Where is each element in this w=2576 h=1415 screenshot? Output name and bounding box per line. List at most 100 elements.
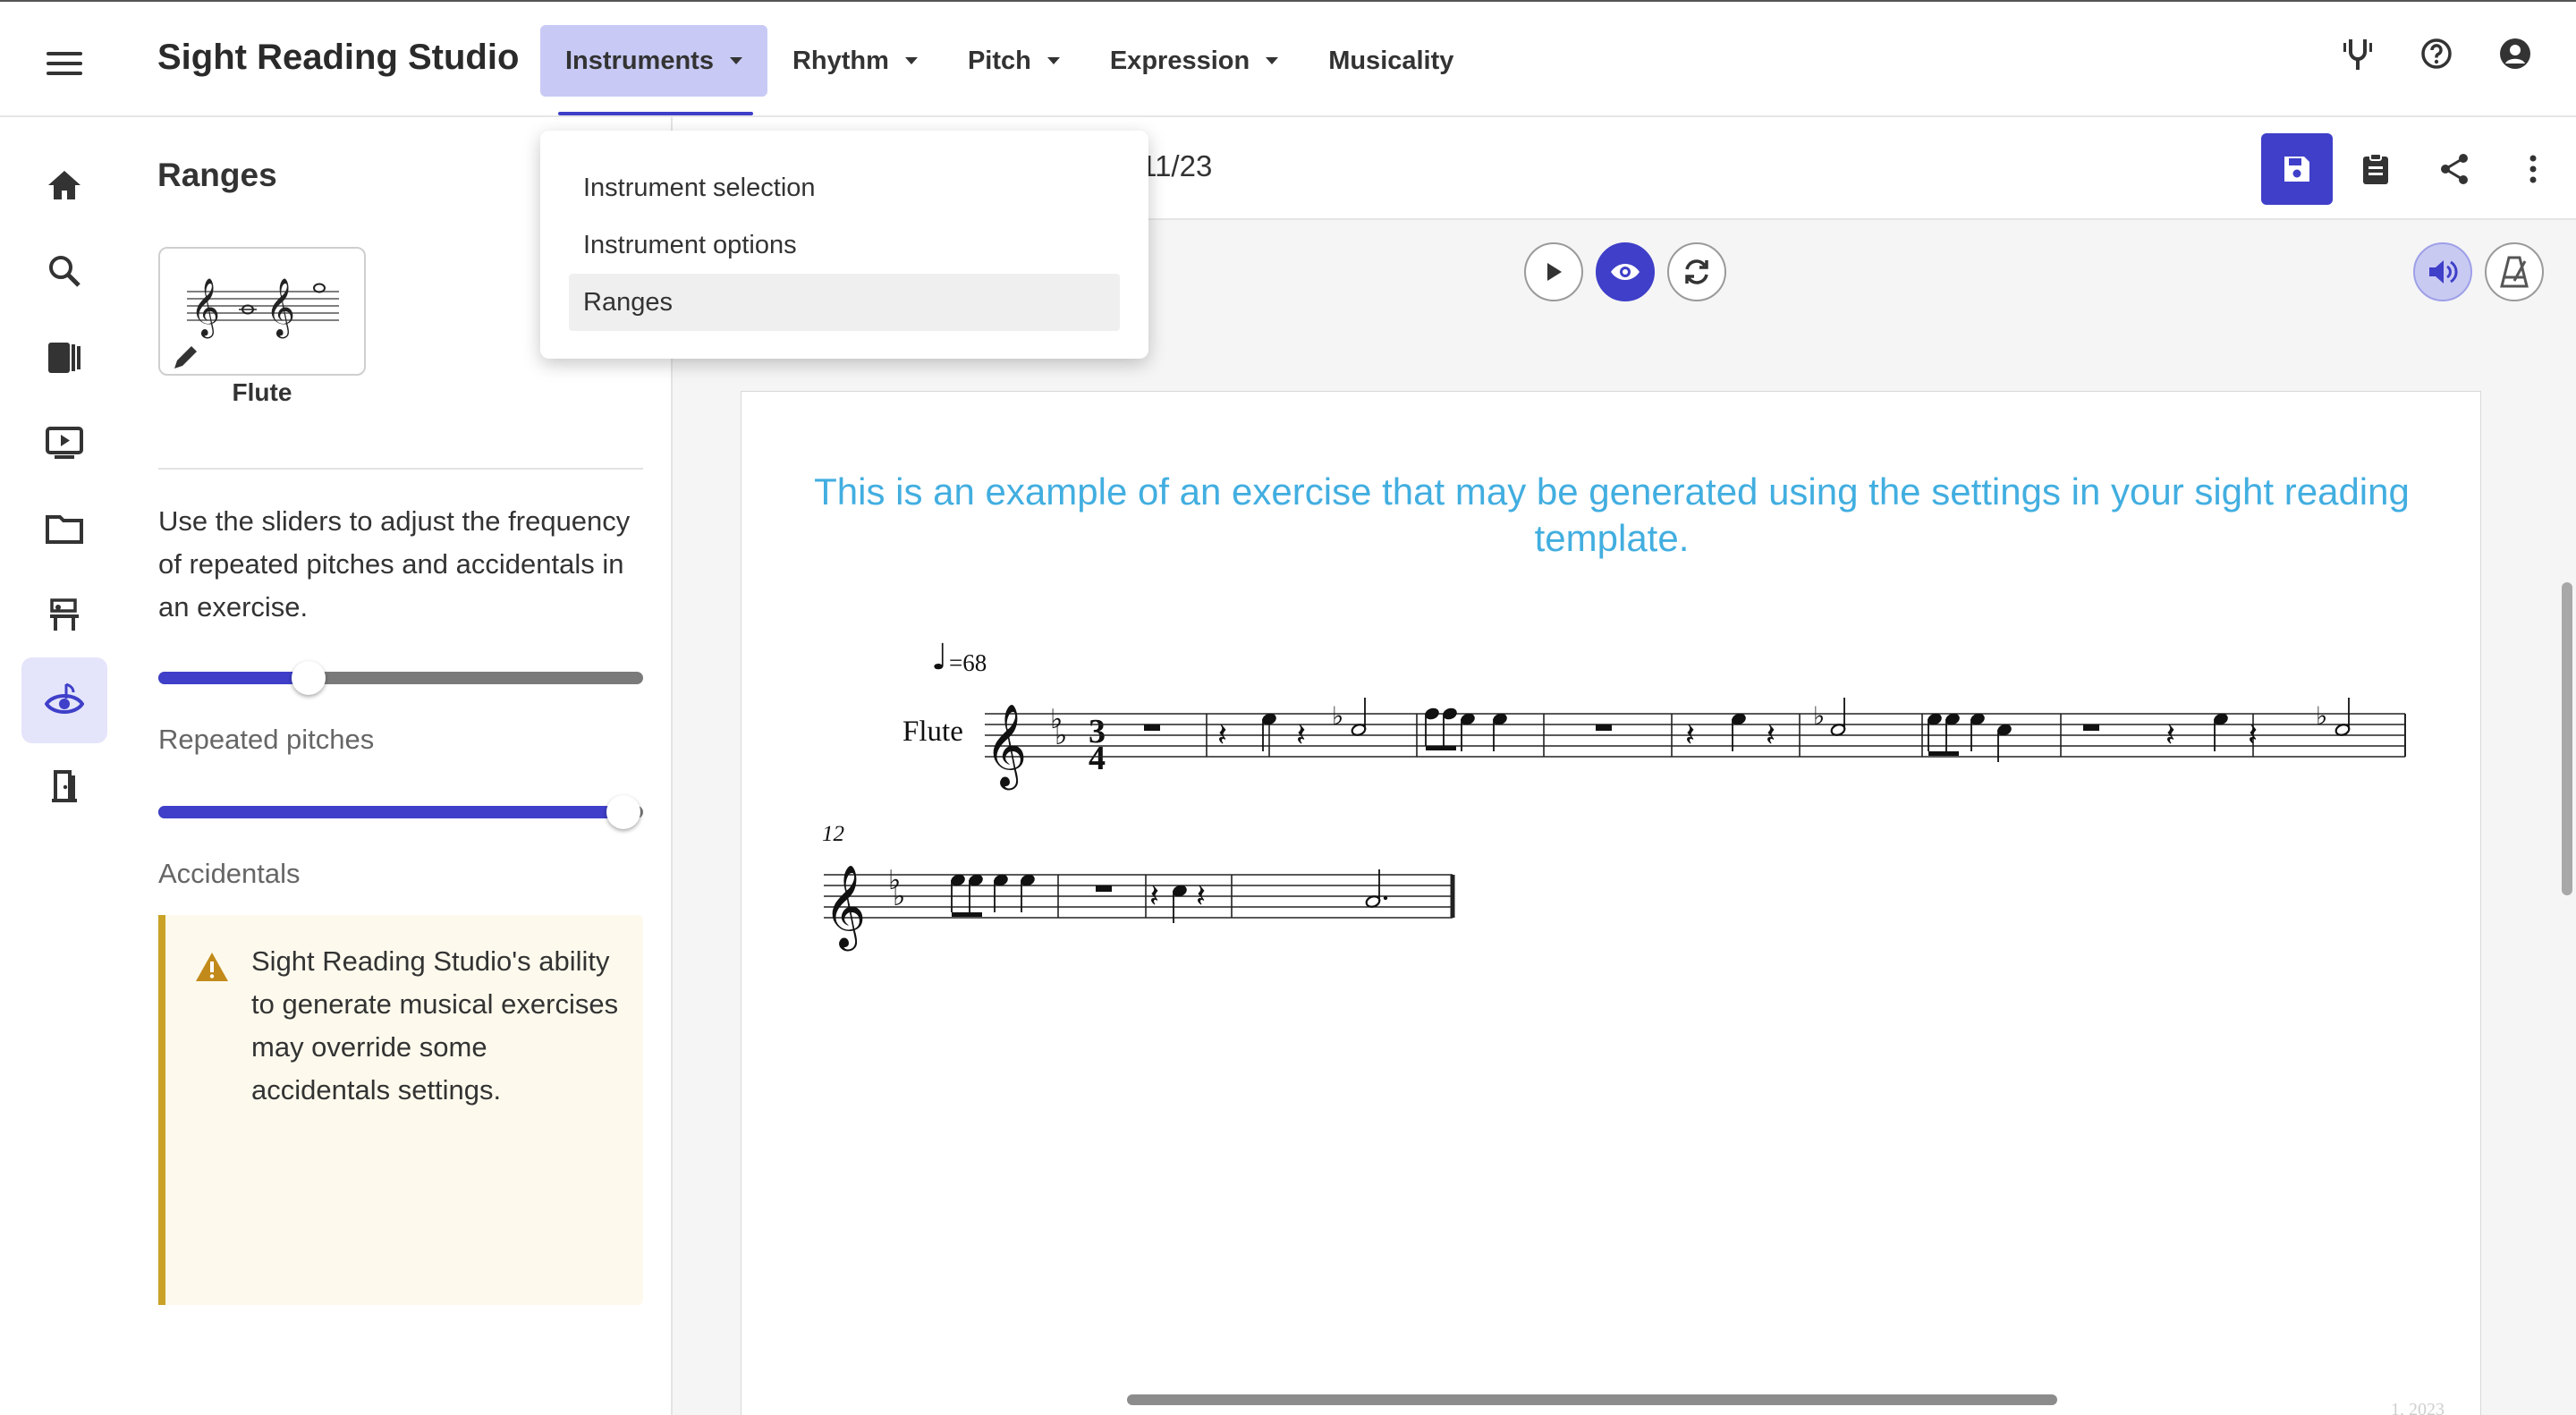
nav-label: Rhythm bbox=[792, 46, 889, 75]
slider-label-accidentals: Accidentals bbox=[158, 858, 301, 889]
tuning-fork-icon[interactable] bbox=[2340, 36, 2376, 72]
menu-item-instrument-options[interactable]: Instrument options bbox=[569, 216, 1120, 274]
warning-text: Sight Reading Studio's ability to genera… bbox=[251, 945, 619, 1106]
more-button[interactable] bbox=[2497, 133, 2569, 205]
dot bbox=[1383, 895, 1388, 901]
nav-label: Pitch bbox=[967, 46, 1031, 75]
exercise-actions bbox=[2261, 133, 2576, 205]
rest: 𝄽 bbox=[1196, 878, 1206, 915]
sidebar-item-search[interactable] bbox=[21, 228, 107, 314]
panel-title: Ranges bbox=[157, 157, 277, 193]
whole-rest bbox=[1596, 724, 1612, 731]
playback-controls bbox=[1524, 242, 1739, 301]
view-button[interactable] bbox=[1596, 242, 1655, 301]
assignments-icon bbox=[50, 598, 79, 631]
play-button[interactable] bbox=[1524, 242, 1583, 301]
sidebar-item-assignments[interactable] bbox=[21, 572, 107, 657]
sidebar-item-sight-reading[interactable] bbox=[21, 657, 107, 743]
regenerate-button[interactable] bbox=[1667, 242, 1726, 301]
accidental-flat: ♭ bbox=[2316, 701, 2327, 731]
instrument-label: Flute bbox=[902, 716, 963, 748]
save-button[interactable] bbox=[2261, 133, 2333, 205]
library-icon bbox=[48, 343, 80, 373]
instruments-dropdown: Instrument selection Instrument options … bbox=[540, 131, 1148, 359]
more-vert-icon bbox=[2529, 155, 2537, 183]
whole-rest bbox=[1096, 885, 1112, 892]
search-icon bbox=[49, 256, 80, 287]
beam bbox=[1928, 751, 1959, 756]
topbar-actions bbox=[2340, 36, 2576, 72]
instrument-card[interactable]: 𝄞 𝄞 bbox=[158, 247, 366, 376]
measure-number: 12 bbox=[822, 822, 844, 846]
rest: 𝄽 bbox=[1296, 717, 1306, 754]
nav-instruments[interactable]: Instruments bbox=[540, 25, 767, 97]
play-icon bbox=[1547, 263, 1562, 281]
accidental-flat: ♭ bbox=[1813, 701, 1825, 731]
caret-down-icon bbox=[729, 57, 742, 64]
exit-icon bbox=[52, 770, 77, 802]
sidebar-item-home[interactable] bbox=[21, 142, 107, 228]
help-icon[interactable] bbox=[2419, 36, 2454, 72]
treble-clef: 𝄞 bbox=[985, 703, 1027, 790]
nav-pitch[interactable]: Pitch bbox=[943, 25, 1085, 97]
app-title: Sight Reading Studio bbox=[157, 38, 520, 77]
nav-musicality[interactable]: Musicality bbox=[1303, 25, 1479, 97]
tempo-marking: =68 bbox=[949, 649, 987, 676]
svg-text:𝄞: 𝄞 bbox=[266, 278, 295, 338]
share-button[interactable] bbox=[2419, 133, 2490, 205]
video-icon bbox=[46, 427, 83, 459]
account-icon[interactable] bbox=[2497, 36, 2533, 72]
slider-fill bbox=[158, 806, 624, 818]
slider-thumb[interactable] bbox=[292, 661, 326, 695]
clipboard-button[interactable] bbox=[2340, 133, 2411, 205]
refresh-icon bbox=[1685, 259, 1708, 284]
nav-expression[interactable]: Expression bbox=[1085, 25, 1303, 97]
rest: 𝄽 bbox=[2248, 717, 2258, 754]
share-icon bbox=[2441, 154, 2468, 184]
nav-label: Instruments bbox=[565, 46, 714, 75]
tempo-note: ♩ bbox=[931, 637, 948, 678]
caret-down-icon bbox=[1046, 57, 1060, 64]
sidebar-item-folder[interactable] bbox=[21, 486, 107, 572]
caret-down-icon bbox=[904, 57, 918, 64]
score-preview: This is an example of an exercise that m… bbox=[741, 391, 2481, 1415]
caret-down-icon bbox=[1266, 57, 1279, 64]
beam bbox=[1426, 746, 1456, 750]
sidebar-rail bbox=[0, 117, 127, 1415]
svg-text:𝄞: 𝄞 bbox=[191, 278, 220, 338]
accidentals-slider[interactable] bbox=[158, 792, 643, 831]
menu-icon[interactable] bbox=[47, 52, 82, 79]
sidebar-item-video[interactable] bbox=[21, 400, 107, 486]
sound-toggle[interactable] bbox=[2413, 242, 2472, 301]
volume-icon bbox=[2429, 260, 2458, 284]
rest: 𝄽 bbox=[2165, 717, 2175, 754]
eye-icon bbox=[1611, 264, 1640, 280]
vertical-scrollbar[interactable] bbox=[2562, 582, 2572, 895]
metronome-toggle[interactable] bbox=[2485, 242, 2544, 301]
horizontal-scrollbar[interactable] bbox=[1127, 1394, 2057, 1405]
panel-description: Use the sliders to adjust the frequency … bbox=[158, 505, 631, 623]
rest: 𝄽 bbox=[1685, 717, 1695, 754]
treble-clef: 𝄞 bbox=[824, 864, 866, 951]
slider-label-repeated-pitches: Repeated pitches bbox=[158, 724, 375, 755]
home-icon bbox=[48, 171, 80, 199]
instrument-range-preview: 𝄞 𝄞 bbox=[174, 278, 339, 369]
sight-reading-icon bbox=[45, 682, 84, 714]
music-staff: ♩ =68 Flute 12 3 4 𝄞 ♭♭ 𝄽 𝄽♭𝄽 𝄽♭𝄽 𝄽♭𝄞 ♭♭ 𝄽 𝄽 bbox=[822, 637, 2406, 951]
menu-item-ranges[interactable]: Ranges bbox=[569, 274, 1120, 331]
warning-alert: Sight Reading Studio's ability to genera… bbox=[158, 915, 643, 1305]
key-flat: ♭ bbox=[1055, 720, 1067, 751]
sidebar-item-exit[interactable] bbox=[21, 743, 107, 829]
top-app-bar: Sight Reading Studio Instruments Rhythm … bbox=[0, 0, 2576, 117]
nav-rhythm[interactable]: Rhythm bbox=[767, 25, 943, 97]
accidental-flat: ♭ bbox=[1332, 701, 1343, 731]
slider-thumb[interactable] bbox=[606, 795, 641, 829]
menu-item-instrument-selection[interactable]: Instrument selection bbox=[569, 159, 1120, 216]
repeated-pitches-slider[interactable] bbox=[158, 657, 643, 697]
edit-pencil-icon bbox=[174, 346, 197, 369]
nav-label: Expression bbox=[1109, 46, 1250, 75]
metronome-icon bbox=[2500, 256, 2529, 288]
nav-active-indicator bbox=[558, 112, 753, 115]
sidebar-item-library[interactable] bbox=[21, 314, 107, 400]
score-footer: 1, 2023 bbox=[2391, 1400, 2445, 1415]
